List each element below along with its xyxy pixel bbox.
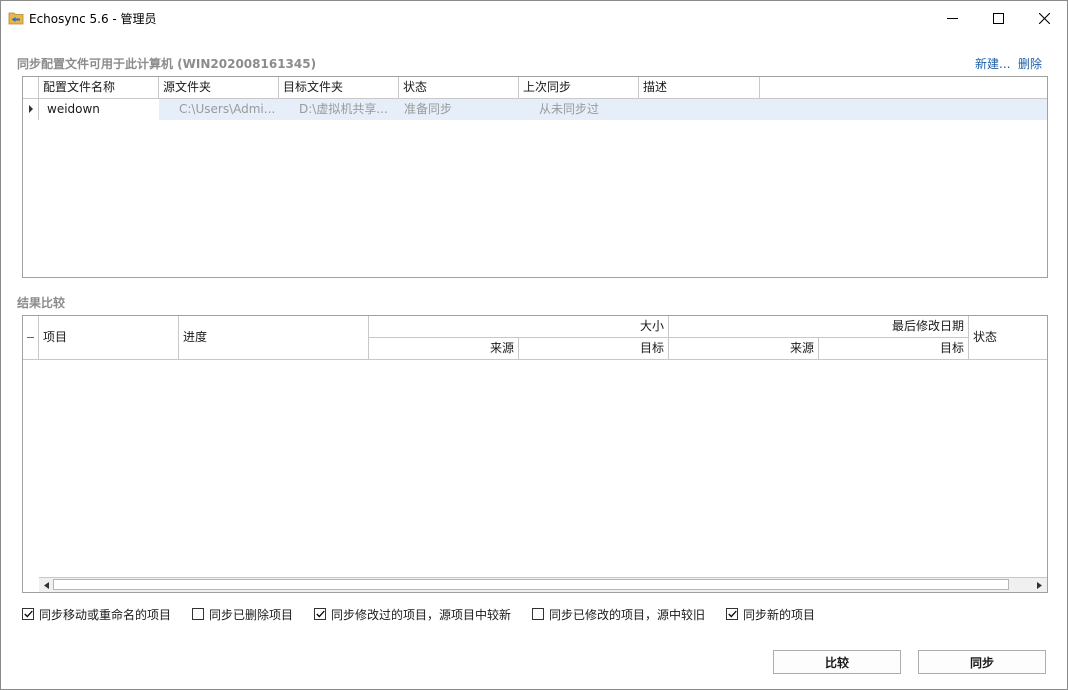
- results-header: 结果比较: [17, 296, 66, 310]
- minimize-button[interactable]: [929, 1, 975, 35]
- profile-target-cell[interactable]: D:\虚拟机共享...: [293, 99, 403, 120]
- profile-source-cell[interactable]: C:\Users\Admi...: [173, 99, 289, 120]
- echosync-app-icon: [8, 11, 24, 25]
- option-sync-new[interactable]: 同步新的项目: [726, 606, 815, 622]
- column-header-modified-source[interactable]: 来源: [669, 338, 819, 360]
- profile-status-cell[interactable]: 准备同步: [398, 99, 518, 120]
- checkmark-icon: [315, 610, 325, 618]
- minimize-icon: [946, 17, 958, 19]
- column-header-size[interactable]: 大小: [369, 316, 669, 338]
- option-label: 同步已修改的项目，源中较旧: [549, 607, 706, 622]
- column-header-name[interactable]: 配置文件名称: [39, 77, 159, 98]
- row-header-corner: [23, 77, 39, 98]
- scroll-left-button[interactable]: [40, 579, 52, 591]
- close-icon: [1038, 12, 1050, 24]
- checkbox-unchecked[interactable]: [532, 608, 544, 620]
- option-label: 同步新的项目: [743, 607, 816, 622]
- column-header-last-sync[interactable]: 上次同步: [519, 77, 639, 98]
- option-sync-modified-newer[interactable]: 同步修改过的项目，源项目中较新: [314, 606, 511, 622]
- close-button[interactable]: [1021, 1, 1067, 35]
- checkbox-checked[interactable]: [22, 608, 34, 620]
- window-title: Echosync 5.6 - 管理员: [29, 12, 157, 26]
- maximize-icon: [992, 12, 1004, 24]
- delete-profile-link[interactable]: 删除: [1018, 55, 1042, 72]
- table-row[interactable]: weidown C:\Users\Admi... D:\虚拟机共享... 准备同…: [23, 99, 1047, 120]
- option-label: 同步修改过的项目，源项目中较新: [331, 607, 512, 622]
- column-header-modified-target[interactable]: 目标: [819, 338, 969, 360]
- column-header-source[interactable]: 源文件夹: [159, 77, 279, 98]
- option-label: 同步移动或重命名的项目: [39, 607, 172, 622]
- results-select-all-corner[interactable]: [23, 316, 39, 360]
- sync-button[interactable]: 同步: [918, 650, 1046, 674]
- column-header-target[interactable]: 目标文件夹: [279, 77, 399, 98]
- profile-description-cell[interactable]: [639, 99, 759, 120]
- option-label: 同步已删除项目: [209, 607, 294, 622]
- horizontal-scrollbar[interactable]: [39, 577, 1047, 592]
- checkmark-icon: [727, 610, 737, 618]
- column-header-item[interactable]: 项目: [39, 316, 179, 360]
- option-sync-modified-older[interactable]: 同步已修改的项目，源中较旧: [532, 606, 705, 622]
- maximize-button[interactable]: [975, 1, 1021, 35]
- column-header-size-target[interactable]: 目标: [519, 338, 669, 360]
- new-profile-link[interactable]: 新建...: [975, 55, 1010, 72]
- checkbox-checked[interactable]: [314, 608, 326, 620]
- results-grid[interactable]: 项目 进度 大小 最后修改日期 来源 目标 来源 目标 状态: [22, 315, 1048, 593]
- title-bar[interactable]: Echosync 5.6 - 管理员: [1, 1, 1067, 35]
- column-header-size-source[interactable]: 来源: [369, 338, 519, 360]
- column-header-description[interactable]: 描述: [639, 77, 760, 98]
- profile-name-cell[interactable]: weidown: [41, 99, 159, 120]
- column-header-progress[interactable]: 进度: [179, 316, 369, 360]
- profile-last-sync-cell[interactable]: 从未同步过: [533, 99, 653, 120]
- compare-button[interactable]: 比较: [773, 650, 901, 674]
- scrollbar-thumb[interactable]: [53, 579, 1009, 590]
- column-header-result-status[interactable]: 状态: [969, 316, 1047, 360]
- checkbox-unchecked[interactable]: [192, 608, 204, 620]
- checkbox-checked[interactable]: [726, 608, 738, 620]
- scroll-right-button[interactable]: [1033, 579, 1045, 591]
- app-window: Echosync 5.6 - 管理员 同步配置文件可用于此计算机 (WIN202…: [0, 0, 1068, 690]
- row-pointer-icon: [23, 99, 39, 120]
- profiles-grid[interactable]: 配置文件名称 源文件夹 目标文件夹 状态 上次同步 描述 weidown C:\…: [22, 76, 1048, 278]
- profiles-header: 同步配置文件可用于此计算机 (WIN202008161345): [17, 57, 317, 71]
- option-sync-moved-renamed[interactable]: 同步移动或重命名的项目: [22, 606, 171, 622]
- column-header-modified[interactable]: 最后修改日期: [669, 316, 969, 338]
- column-header-status[interactable]: 状态: [399, 77, 519, 98]
- option-sync-deleted[interactable]: 同步已删除项目: [192, 606, 293, 622]
- arrow-right-icon: [1036, 581, 1042, 589]
- checkmark-icon: [23, 610, 33, 618]
- arrow-left-icon: [43, 581, 49, 589]
- profiles-grid-header: 配置文件名称 源文件夹 目标文件夹 状态 上次同步 描述: [23, 77, 1047, 99]
